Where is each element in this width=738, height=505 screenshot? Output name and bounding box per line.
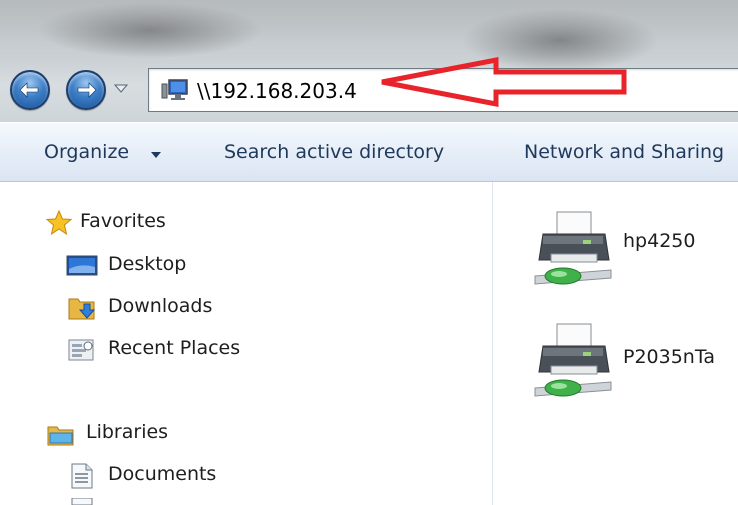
recent-places-icon bbox=[68, 339, 94, 361]
forward-button[interactable] bbox=[66, 70, 106, 110]
organize-menu[interactable]: Organize bbox=[44, 141, 129, 163]
content-pane: hp4250 P2035nTa bbox=[493, 182, 738, 505]
favorites-star-icon bbox=[46, 210, 72, 236]
nav-item-documents[interactable]: Documents bbox=[66, 461, 306, 491]
printer-name-hp4250: hp4250 bbox=[623, 230, 696, 252]
nav-item-desktop[interactable]: Desktop bbox=[66, 251, 326, 281]
command-bar: Organize Search active directory Network… bbox=[0, 122, 738, 182]
nav-item-downloads-label: Downloads bbox=[108, 295, 213, 317]
organize-dropdown-icon[interactable] bbox=[150, 151, 162, 159]
nav-item-downloads[interactable]: Downloads bbox=[66, 293, 326, 323]
red-annotation-arrow bbox=[381, 56, 627, 108]
nav-favorites-label: Favorites bbox=[80, 210, 166, 232]
printer-name-p2035nta: P2035nTa bbox=[623, 346, 715, 368]
glass-highlight bbox=[0, 0, 738, 60]
nav-item-desktop-label: Desktop bbox=[108, 253, 187, 275]
forward-arrow-icon bbox=[77, 82, 97, 98]
partial-library-item-icon bbox=[71, 498, 93, 505]
nav-item-recent-places[interactable]: Recent Places bbox=[66, 335, 326, 365]
network-and-sharing-button[interactable]: Network and Sharing bbox=[524, 141, 724, 163]
downloads-icon bbox=[68, 298, 96, 320]
nav-item-documents-label: Documents bbox=[108, 463, 217, 485]
address-path-text[interactable]: \\192.168.203.4 bbox=[197, 79, 357, 103]
search-active-directory-button[interactable]: Search active directory bbox=[224, 141, 444, 163]
desktop-icon bbox=[66, 255, 98, 276]
network-printer-icon bbox=[534, 323, 612, 397]
title-bar: \\192.168.203.4 bbox=[0, 0, 738, 122]
nav-libraries-label: Libraries bbox=[86, 421, 169, 443]
documents-icon bbox=[71, 463, 93, 489]
printer-item-hp4250[interactable]: hp4250 bbox=[533, 210, 738, 300]
navigation-pane: Favorites Desktop Downloads Recent Place… bbox=[0, 182, 492, 505]
recent-pages-dropdown-icon[interactable] bbox=[114, 84, 128, 94]
back-button[interactable] bbox=[10, 70, 50, 110]
nav-favorites[interactable]: Favorites bbox=[46, 208, 246, 238]
back-arrow-icon bbox=[19, 82, 39, 98]
libraries-icon bbox=[47, 426, 74, 446]
network-printer-icon bbox=[534, 211, 612, 285]
printer-item-p2035nta[interactable]: P2035nTa bbox=[533, 322, 738, 412]
nav-item-recent-places-label: Recent Places bbox=[108, 337, 241, 359]
network-computer-icon bbox=[161, 79, 188, 100]
nav-libraries[interactable]: Libraries bbox=[46, 419, 266, 449]
